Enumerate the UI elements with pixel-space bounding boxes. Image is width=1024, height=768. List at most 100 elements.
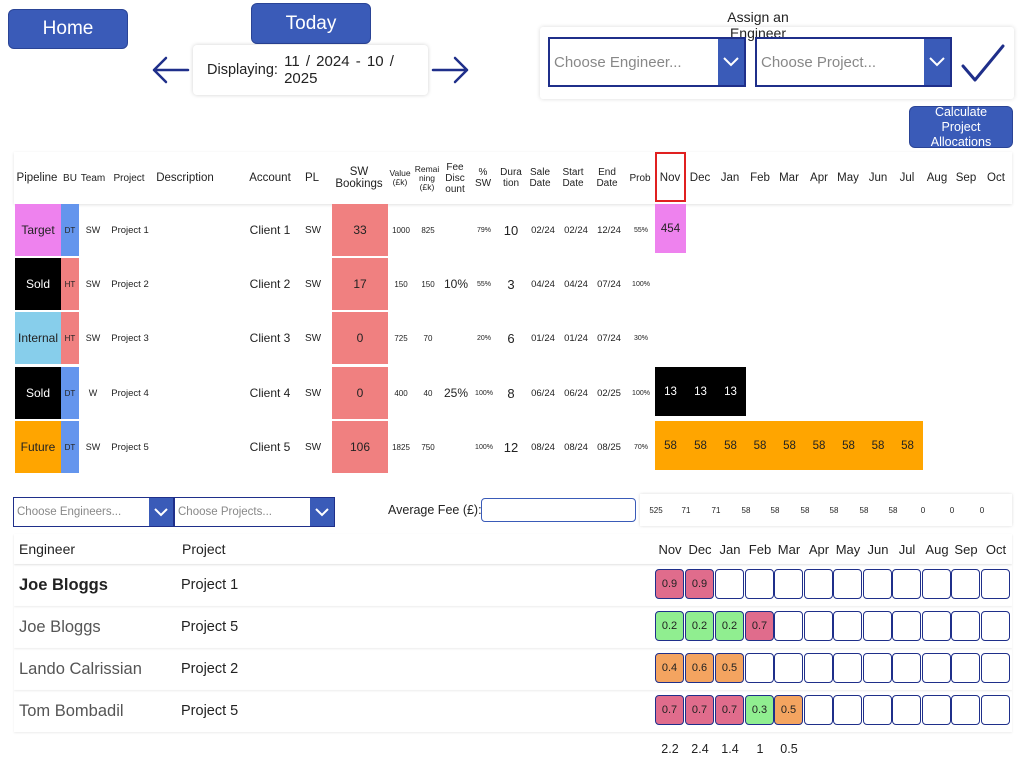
project-name[interactable]: Project 4 xyxy=(108,367,152,419)
project-name[interactable]: Project 3 xyxy=(108,312,152,364)
header-fee-discount[interactable]: Fee Disc ount xyxy=(442,152,468,204)
allocation-cell[interactable] xyxy=(804,695,833,725)
header-team[interactable]: Team xyxy=(80,152,106,204)
project-row[interactable]: Internal HT SW Project 3 Client 3 SW 0 725 70 20%… xyxy=(14,312,1012,364)
allocation-cell[interactable] xyxy=(951,653,980,683)
allocation-row[interactable]: Lando Calrissian Project 2 0.4 0.6 0.5 xyxy=(14,648,1012,690)
project-name[interactable]: Project 5 xyxy=(108,421,152,473)
project-name[interactable]: Project 1 xyxy=(108,204,152,256)
header-account[interactable]: Account xyxy=(244,152,296,204)
previous-period-arrow-icon[interactable] xyxy=(150,54,190,86)
header-month[interactable]: Mar xyxy=(774,152,804,204)
chevron-down-icon[interactable] xyxy=(718,39,744,85)
header-month[interactable]: May xyxy=(833,152,863,204)
chevron-down-icon[interactable] xyxy=(310,498,334,526)
allocation-cell[interactable]: 0.5 xyxy=(774,695,803,725)
header-pl[interactable]: PL xyxy=(300,152,324,204)
allocation-cell[interactable] xyxy=(981,569,1010,599)
today-button[interactable]: Today xyxy=(251,3,371,44)
calculate-project-allocations-button[interactable]: Calculate Project Allocations xyxy=(909,105,1013,149)
header-prob[interactable]: Prob xyxy=(626,152,654,204)
chevron-down-icon[interactable] xyxy=(924,39,950,85)
header-month[interactable]: Aug xyxy=(922,152,952,204)
choose-project-dropdown[interactable]: Choose Project... xyxy=(755,37,952,87)
allocation-cell[interactable] xyxy=(951,569,980,599)
header-bu[interactable]: BU xyxy=(60,152,80,204)
allocation-cell[interactable]: 0.9 xyxy=(685,569,714,599)
header-end-date[interactable]: End Date xyxy=(594,152,620,204)
allocation-cell[interactable] xyxy=(863,611,892,641)
allocation-cell[interactable]: 0.6 xyxy=(685,653,714,683)
allocation-cell[interactable] xyxy=(863,695,892,725)
allocation-cell[interactable] xyxy=(922,653,951,683)
header-remaining[interactable]: Remai ning (£k) xyxy=(415,152,440,204)
header-pct-sw[interactable]: % SW xyxy=(471,152,495,204)
header-description[interactable]: Description xyxy=(154,152,216,204)
allocation-cell[interactable]: 0.7 xyxy=(655,695,684,725)
home-button[interactable]: Home xyxy=(8,9,128,49)
allocation-cell[interactable] xyxy=(774,611,803,641)
header-month[interactable]: Jul xyxy=(892,152,922,204)
header-value[interactable]: Value (£k) xyxy=(388,152,412,204)
allocation-cell[interactable]: 0.7 xyxy=(715,695,744,725)
allocation-cell[interactable] xyxy=(804,611,833,641)
allocation-cell[interactable]: 0.7 xyxy=(685,695,714,725)
project-row[interactable]: Sold DT W Project 4 Client 4 SW 0 400 40 25% 100% 8… xyxy=(14,367,1012,419)
header-month[interactable]: Sep xyxy=(951,152,981,204)
allocation-cell[interactable] xyxy=(715,569,744,599)
allocation-cell[interactable] xyxy=(774,653,803,683)
header-start-date[interactable]: Start Date xyxy=(560,152,586,204)
project-row[interactable]: Sold HT SW Project 2 Client 2 SW 17 150 150 10% 55… xyxy=(14,258,1012,310)
allocation-cell[interactable] xyxy=(833,611,862,641)
allocation-cell[interactable] xyxy=(892,569,921,599)
chevron-down-icon[interactable] xyxy=(149,498,173,526)
allocation-cell[interactable] xyxy=(981,611,1010,641)
allocation-cell[interactable] xyxy=(745,653,774,683)
allocation-cell[interactable]: 0.2 xyxy=(685,611,714,641)
header-sw-bookings[interactable]: SW Bookings xyxy=(332,152,386,204)
allocation-cell[interactable]: 0.9 xyxy=(655,569,684,599)
allocation-cell[interactable]: 0.4 xyxy=(655,653,684,683)
header-month[interactable]: Feb xyxy=(745,152,775,204)
header-sale-date[interactable]: Sale Date xyxy=(527,152,553,204)
allocation-cell[interactable] xyxy=(951,611,980,641)
project-row[interactable]: Target DT SW Project 1 Client 1 SW 33 1000 825 79… xyxy=(14,204,1012,256)
allocation-cell[interactable] xyxy=(833,569,862,599)
choose-engineer-dropdown[interactable]: Choose Engineer... xyxy=(548,37,746,87)
header-duration[interactable]: Dura tion xyxy=(498,152,524,204)
project-name[interactable]: Project 2 xyxy=(108,258,152,310)
allocation-cell[interactable] xyxy=(745,569,774,599)
confirm-check-icon[interactable] xyxy=(960,42,1006,86)
choose-projects-dropdown[interactable]: Choose Projects... xyxy=(174,497,335,527)
allocation-row[interactable]: Joe Bloggs Project 5 0.2 0.2 0.2 0.7 xyxy=(14,606,1012,648)
allocation-cell[interactable] xyxy=(922,569,951,599)
allocation-cell[interactable] xyxy=(892,695,921,725)
header-allocation-project[interactable]: Project xyxy=(182,534,226,564)
allocation-cell[interactable] xyxy=(863,653,892,683)
allocation-cell[interactable]: 0.7 xyxy=(745,611,774,641)
header-engineer[interactable]: Engineer xyxy=(19,534,75,564)
allocation-cell[interactable] xyxy=(804,653,833,683)
allocation-cell[interactable] xyxy=(922,695,951,725)
allocation-cell[interactable] xyxy=(833,695,862,725)
header-month[interactable]: Jan xyxy=(715,152,745,204)
allocation-cell[interactable] xyxy=(951,695,980,725)
allocation-row[interactable]: Joe Bloggs Project 1 0.9 0.9 xyxy=(14,564,1012,606)
header-month[interactable]: Apr xyxy=(804,152,834,204)
allocation-cell[interactable] xyxy=(922,611,951,641)
allocation-cell[interactable] xyxy=(892,611,921,641)
average-fee-input[interactable] xyxy=(481,498,636,522)
allocation-row[interactable]: Tom Bombadil Project 5 0.7 0.7 0.7 0.3 0.5 xyxy=(14,690,1012,732)
project-row[interactable]: Future DT SW Project 5 Client 5 SW 106 1825 750 1… xyxy=(14,421,1012,473)
header-project[interactable]: Project xyxy=(108,152,150,204)
allocation-cell[interactable] xyxy=(774,569,803,599)
header-pipeline[interactable]: Pipeline xyxy=(14,152,60,204)
allocation-cell[interactable]: 0.2 xyxy=(655,611,684,641)
header-month[interactable]: Jun xyxy=(863,152,893,204)
allocation-cell[interactable] xyxy=(892,653,921,683)
allocation-cell[interactable]: 0.5 xyxy=(715,653,744,683)
allocation-cell[interactable] xyxy=(833,653,862,683)
allocation-cell[interactable] xyxy=(981,653,1010,683)
allocation-cell[interactable] xyxy=(863,569,892,599)
allocation-cell[interactable] xyxy=(981,695,1010,725)
